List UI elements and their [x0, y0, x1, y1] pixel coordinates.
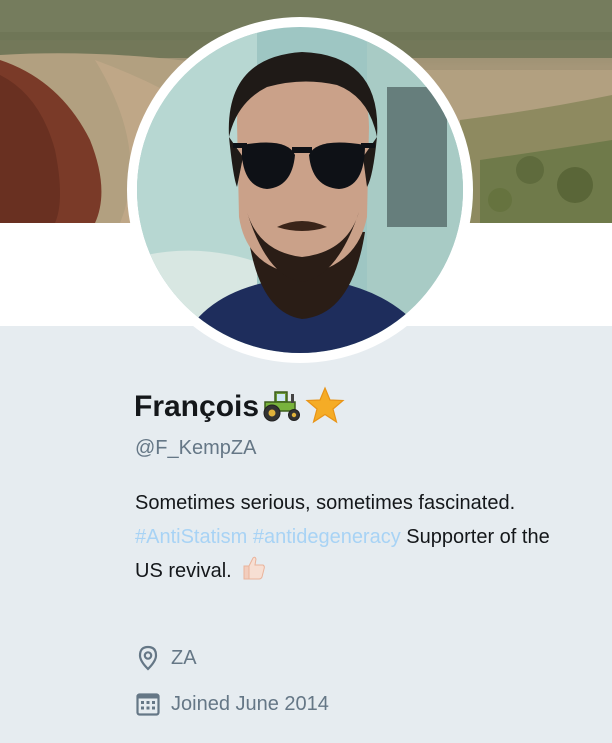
star-icon: [305, 385, 345, 430]
profile-join-date: Joined June 2014: [135, 691, 329, 717]
joined-text: Joined June 2014: [171, 692, 329, 715]
avatar-portrait: [137, 27, 463, 353]
profile-location: ZA: [135, 645, 197, 671]
hashtag-link-antidegeneracy[interactable]: #antidegeneracy: [253, 526, 401, 548]
profile-name[interactable]: François: [134, 390, 259, 424]
profile-name-row: François: [134, 385, 345, 429]
profile-handle[interactable]: @F_KempZA: [135, 437, 256, 460]
bio-text: Sometimes serious, sometimes fascinated.: [135, 492, 516, 514]
thumbs-up-icon: [243, 555, 267, 592]
tractor-icon: [261, 388, 303, 427]
hashtag-link-antistatism[interactable]: #AntiStatism: [135, 526, 247, 548]
profile-bio: Sometimes serious, sometimes fascinated.…: [135, 486, 555, 592]
profile-avatar[interactable]: [127, 17, 473, 363]
location-pin-icon: [135, 645, 161, 671]
calendar-icon: [135, 691, 161, 717]
location-text: ZA: [171, 646, 197, 669]
